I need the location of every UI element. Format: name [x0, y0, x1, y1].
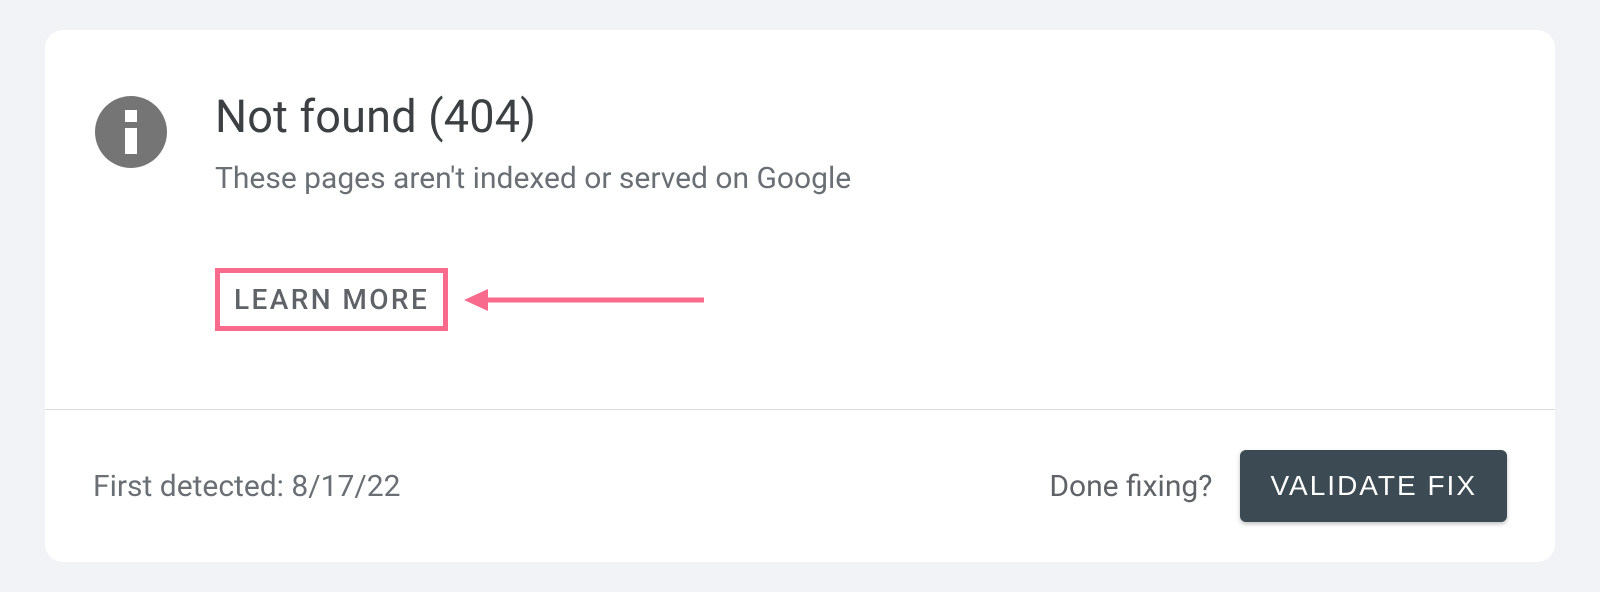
card-footer: First detected: 8/17/22 Done fixing? VAL… [45, 410, 1555, 562]
learn-more-row: LEARN MORE [215, 268, 851, 331]
footer-right: Done fixing? VALIDATE FIX [1049, 450, 1507, 522]
done-fixing-label: Done fixing? [1049, 469, 1212, 504]
annotation-arrow-icon [464, 285, 704, 315]
info-icon [95, 96, 167, 168]
card-header: Not found (404) These pages aren't index… [45, 30, 1555, 409]
first-detected-text: First detected: 8/17/22 [93, 469, 400, 504]
validate-fix-button[interactable]: VALIDATE FIX [1240, 450, 1507, 522]
header-text: Not found (404) These pages aren't index… [215, 90, 851, 331]
card-subtitle: These pages aren't indexed or served on … [215, 161, 851, 196]
annotation-highlight-box: LEARN MORE [215, 268, 448, 331]
first-detected-label: First detected: [93, 469, 291, 504]
learn-more-link[interactable]: LEARN MORE [234, 283, 429, 316]
card-title: Not found (404) [215, 90, 851, 143]
first-detected-date: 8/17/22 [291, 469, 400, 504]
status-card: Not found (404) These pages aren't index… [45, 30, 1555, 562]
